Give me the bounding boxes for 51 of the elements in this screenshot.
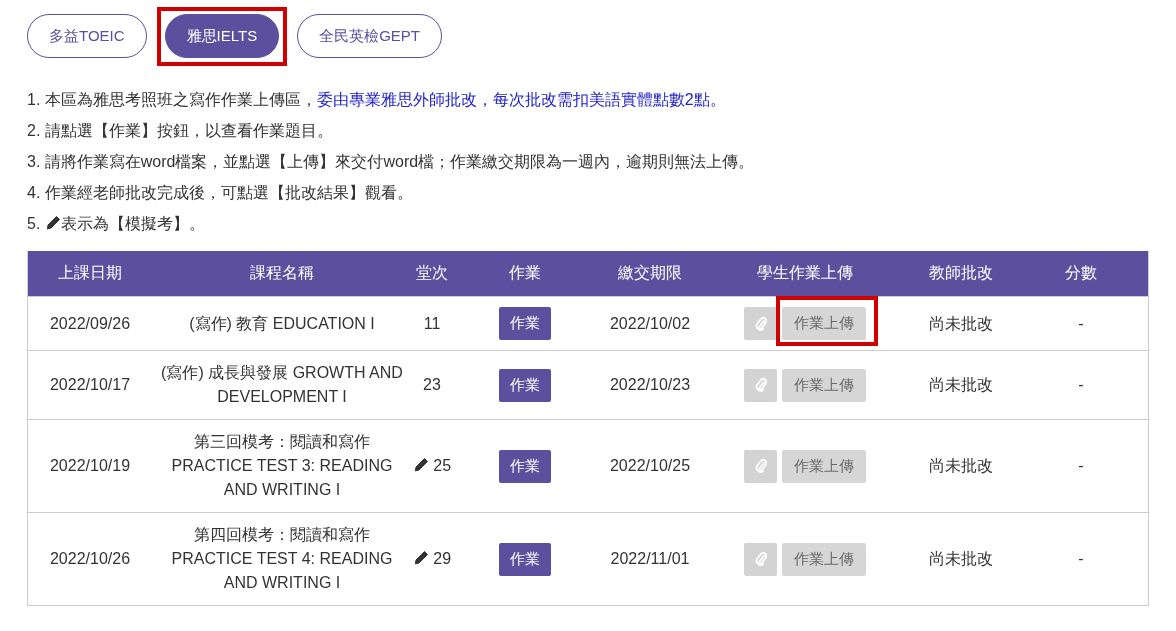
homework-button[interactable]: 作業 (499, 307, 551, 340)
review-status-cell-text: 尚未批改 (928, 456, 994, 476)
note-text: 3. 請將作業寫在word檔案，並點選【上傳】來交付word檔；作業繳交期限為一週內，逾期則無法上傳。 (27, 152, 756, 172)
homework-button[interactable]: 作業 (499, 368, 551, 402)
column-header: 上課日期 (57, 263, 123, 283)
note-text: 1. 本區為雅思考照班之寫作作業上傳區，委由專業雅思外師批改，每次批改需扣美語實體點數2點。 (27, 90, 727, 110)
date-cell-text: 2022/10/26 (48, 549, 132, 569)
note-text: 5. 表示為【模擬考】。 (27, 214, 206, 234)
review-status-cell-text: 尚未批改 (928, 313, 994, 334)
pencil-icon (412, 550, 429, 566)
pencil-icon (44, 215, 61, 231)
column-header: 教師批改 (928, 263, 994, 283)
session-cell: 25 (412, 454, 452, 478)
homework-button[interactable]: 作業 (499, 542, 551, 576)
column-header: 作業 (508, 263, 542, 283)
deadline-cell-text: 2022/10/23 (608, 375, 692, 395)
paperclip-icon (754, 551, 767, 567)
score-cell-text: - (1077, 549, 1085, 569)
session-cell-text: 23 (422, 375, 442, 395)
date-cell-text: 2022/10/17 (48, 375, 132, 395)
date-cell-text: 2022/10/19 (48, 456, 132, 476)
session-cell: 29 (412, 547, 452, 571)
column-header: 課程名稱 (249, 263, 315, 283)
course-tab[interactable]: 雅思IELTS (164, 14, 280, 58)
course-name-cell-text: (寫作) 成長與發展 GROWTH AND DEVELOPMENT I (160, 363, 404, 407)
course-tab[interactable]: 多益TOEIC (27, 14, 147, 58)
session-cell-text: 11 (422, 313, 442, 334)
date-cell-text: 2022/09/26 (48, 313, 132, 334)
score-cell-text: - (1077, 375, 1085, 395)
pencil-icon (412, 457, 429, 473)
deadline-cell-text: 2022/10/02 (608, 313, 692, 334)
column-header: 學生作業上傳 (756, 263, 854, 283)
note-text: 4. 作業經老師批改完成後，可點選【批改結果】觀看。 (27, 183, 414, 203)
course-name-cell-text: 第四回模考：閱讀和寫作 PRACTICE TEST 4: READING AND WRITING I (170, 525, 394, 593)
score-cell-text: - (1077, 313, 1085, 334)
course-name-cell-text: 第三回模考：閱讀和寫作 PRACTICE TEST 3: READING AND WRITING I (170, 432, 394, 500)
column-header: 分數 (1064, 263, 1098, 283)
course-tab[interactable]: 全民英檢GEPT (297, 14, 442, 58)
review-status-cell-text: 尚未批改 (928, 549, 994, 569)
paperclip-icon (754, 458, 767, 474)
score-cell-text: - (1077, 456, 1085, 476)
course-name-cell-text: (寫作) 教育 EDUCATION I (188, 313, 376, 334)
deadline-cell-text: 2022/11/01 (609, 549, 691, 569)
homework-button[interactable]: 作業 (499, 449, 551, 483)
deadline-cell-text: 2022/10/25 (608, 456, 692, 476)
review-status-cell-text: 尚未批改 (928, 375, 994, 395)
column-header: 堂次 (415, 263, 449, 283)
paperclip-icon (754, 315, 767, 332)
column-header: 繳交期限 (617, 263, 683, 283)
note-text: 2. 請點選【作業】按鈕，以查看作業題目。 (27, 121, 334, 141)
paperclip-icon (754, 377, 767, 393)
